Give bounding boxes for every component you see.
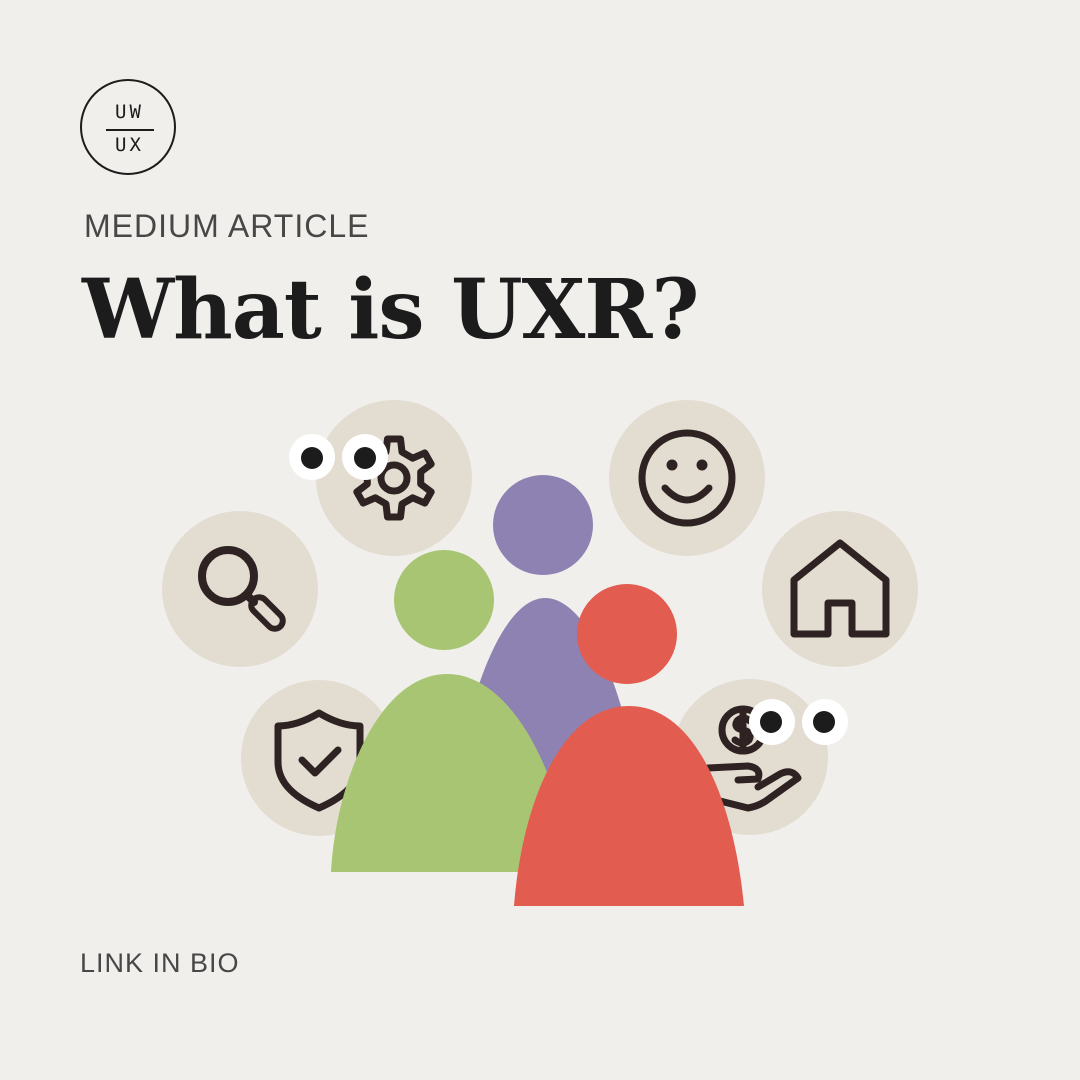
uxr-illustration bbox=[162, 400, 918, 906]
bubble-home bbox=[762, 511, 918, 667]
bubble-search bbox=[162, 511, 318, 667]
bubble-smiley bbox=[609, 400, 765, 556]
link-in-bio-label: LINK IN BIO bbox=[80, 948, 240, 978]
bubble-gear bbox=[316, 400, 472, 556]
